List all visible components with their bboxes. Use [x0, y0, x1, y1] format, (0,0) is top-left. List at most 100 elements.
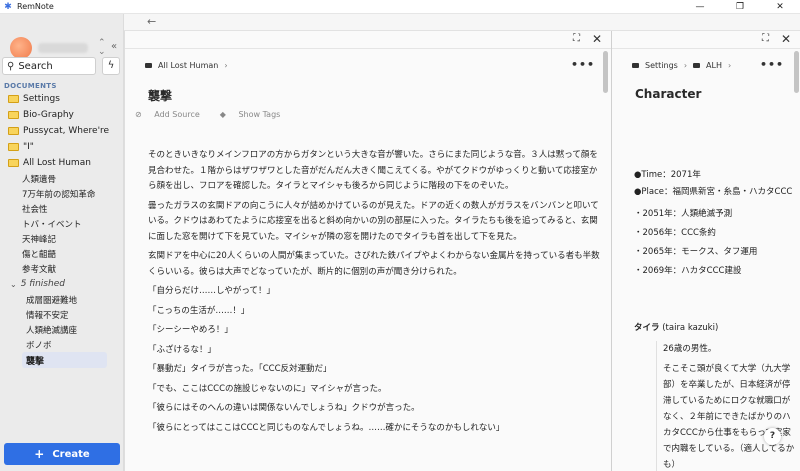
paragraph[interactable]: 「彼らにとってはここはCCCと同じものなんでしょうね。……確かにそうなのかもしれ… [148, 421, 603, 437]
main-document-pane: ⛶ ✕ All Lost Human › ••• 襲撃 ⊘ Add Source… [124, 31, 611, 471]
documents-header: DOCUMENTS [4, 82, 57, 90]
paragraph[interactable]: 「シーシーやめろ！」 [148, 323, 603, 339]
sidebar-item-label: "I" [23, 142, 34, 152]
sidebar-finished-item[interactable]: 情報不安定 [0, 307, 123, 322]
sidebar-item-bio-graphy[interactable]: Bio-Graphy [0, 107, 123, 123]
chevron-right-icon: › [683, 61, 688, 70]
sidebar: ⌃ ⌄ « ⚲ Search ϟ DOCUMENTS Settings Bio-G… [0, 14, 124, 471]
side-document-pane: ⛶ ✕ Settings › ALH › ••• Character ●Time… [611, 31, 800, 471]
close-pane-icon[interactable]: ✕ [781, 32, 791, 46]
document-body[interactable]: そのときいきなりメインフロアの方からガタンという大きな音が響いた。さらにまた同じ… [148, 148, 603, 440]
paragraph[interactable]: 「ふざけるな！」 [148, 343, 603, 359]
breadcrumb-item[interactable]: ALH [706, 61, 722, 70]
finished-label: 5 finished [20, 279, 65, 289]
pane-header: ⛶ ✕ [612, 31, 800, 49]
close-pane-icon[interactable]: ✕ [592, 32, 602, 46]
scrollbar[interactable] [603, 51, 608, 93]
sidebar-subitem[interactable]: 7万年前の認知革命 [0, 186, 123, 201]
character-name: タイラ [634, 323, 660, 333]
breadcrumb: Settings › ALH › [632, 61, 737, 70]
add-source-label: Add Source [154, 110, 200, 119]
paragraph[interactable]: 「暴動だ」タイラが言った。「CCC反対運動だ」 [148, 362, 603, 378]
collapse-sidebar-icon[interactable]: « [111, 41, 117, 52]
quick-action-button[interactable]: ϟ [102, 57, 120, 75]
paragraph[interactable]: 「彼らにはそのへんの違いは関係ないんでしょうね」クドウが言った。 [148, 401, 603, 417]
minimize-button[interactable]: — [680, 0, 720, 14]
sidebar-subitem[interactable]: 天神峰記 [0, 231, 123, 246]
remnote-logo-icon: ✱ [4, 1, 12, 12]
paragraph[interactable]: 「でも、ここはCCCの施設じゃないのに」マイシャが言った。 [148, 382, 603, 398]
sidebar-item-label: Pussycat, Where're [23, 126, 110, 136]
folder-icon [8, 127, 19, 135]
list-item[interactable]: ・2051年：人類絶滅予測 [634, 205, 794, 224]
show-tags-button[interactable]: ◆ Show Tags [220, 110, 291, 119]
paragraph[interactable]: そのときいきなりメインフロアの方からガタンという大きな音が響いた。さらにまた同じ… [148, 148, 603, 195]
sidebar-item-label: All Lost Human [23, 158, 91, 168]
profile-name-blurred [38, 43, 88, 53]
updown-chevron-icon[interactable]: ⌃ ⌄ [98, 39, 106, 57]
top-navigation-bar: ← [124, 14, 800, 31]
search-icon: ⚲ [7, 60, 15, 72]
paragraph[interactable]: 「こっちの生活が……！」 [148, 304, 603, 320]
close-window-button[interactable]: ✕ [760, 0, 800, 14]
paragraph[interactable]: 玄関ドアを中心に20人くらいの人間が集まっていた。さびれた鉄パイプやよくわからな… [148, 249, 603, 280]
folder-icon [8, 159, 19, 167]
sidebar-subitem[interactable]: 社会性 [0, 201, 123, 216]
more-options-button[interactable]: ••• [760, 58, 784, 71]
sidebar-subitem[interactable]: 人類遺骨 [0, 171, 123, 186]
sidebar-item-i[interactable]: "I" [0, 139, 123, 155]
character-heading[interactable]: タイラ (taira kazuki) [634, 321, 718, 333]
folder-icon [8, 143, 19, 151]
sidebar-item-settings[interactable]: Settings [0, 91, 123, 107]
sidebar-subitem[interactable]: 参考文献 [0, 261, 123, 276]
pane-header: ⛶ ✕ [125, 31, 611, 49]
list-item[interactable]: ・2065年：モークス、タフ運用 [634, 243, 794, 262]
add-source-button[interactable]: ⊘ Add Source [135, 110, 210, 119]
sidebar-finished-item[interactable]: ボノボ [0, 337, 123, 352]
back-arrow-icon[interactable]: ← [147, 15, 156, 28]
paragraph[interactable]: 「自分らだけ……しやがって！」 [148, 284, 603, 300]
sidebar-item-label: Bio-Graphy [23, 110, 74, 120]
sidebar-item-pussycat[interactable]: Pussycat, Where're [0, 123, 123, 139]
finished-toggle[interactable]: ⌄ 5 finished [0, 276, 123, 292]
character-details[interactable]: 26歳の男性。 そこそこ頭が良くて大学（九大学部）を卒業したが、日本経済が停滞し… [656, 341, 796, 471]
scrollbar[interactable] [794, 51, 799, 93]
sidebar-item-active[interactable]: 襲撃 [22, 352, 107, 368]
list-item[interactable]: ・2069年：ハカタCCC建設 [634, 262, 794, 281]
expand-icon[interactable]: ⛶ [573, 33, 580, 44]
search-label: Search [18, 60, 53, 72]
sidebar-finished-item[interactable]: 人類絶滅講座 [0, 322, 123, 337]
sidebar-finished-item[interactable]: 成層圏避難地 [0, 292, 123, 307]
list-item[interactable]: 26歳の男性。 [663, 341, 796, 357]
expand-icon[interactable]: ⛶ [762, 33, 769, 44]
document-list: Settings Bio-Graphy Pussycat, Where're "… [0, 91, 123, 368]
page-title[interactable]: 襲撃 [148, 87, 172, 104]
tag-icon: ◆ [219, 110, 229, 119]
breadcrumb-item[interactable]: All Lost Human [158, 61, 218, 70]
list-item[interactable]: ●Place：福岡県新宮・糸島・ハカタCCC [634, 185, 794, 199]
sidebar-subitem[interactable]: トバ・イベント [0, 216, 123, 231]
sidebar-item-all-lost-human[interactable]: All Lost Human [0, 155, 123, 171]
show-tags-label: Show Tags [238, 110, 281, 119]
sidebar-subitem[interactable]: 傷と齟齬 [0, 246, 123, 261]
breadcrumb-item[interactable]: Settings [645, 61, 678, 70]
chevron-right-icon: › [727, 61, 732, 70]
chevron-down-icon: ⌄ [10, 279, 17, 289]
create-label: Create [52, 448, 90, 460]
restore-button[interactable]: ❐ [720, 0, 760, 14]
avatar[interactable] [10, 37, 32, 59]
paragraph[interactable]: 曇ったガラスの玄関ドアの向こうに人々が詰めかけているのが見えた。ドアの近くの数人… [148, 199, 603, 246]
window-title: RemNote [17, 2, 54, 11]
help-button[interactable]: ? [764, 428, 781, 445]
bolt-icon: ϟ [107, 60, 115, 71]
page-title[interactable]: Character [635, 87, 701, 101]
list-item[interactable]: ●Time：2071年 [634, 166, 794, 185]
search-input[interactable]: ⚲ Search [2, 57, 96, 75]
folder-icon [693, 63, 701, 68]
list-item[interactable]: そこそこ頭が良くて大学（九大学部）を卒業したが、日本経済が停滞しているためにロク… [663, 361, 796, 471]
document-body[interactable]: ●Time：2071年 ●Place：福岡県新宮・糸島・ハカタCCC ・2051… [634, 166, 794, 281]
list-item[interactable]: ・2056年：CCC条約 [634, 224, 794, 243]
window-titlebar: ✱ RemNote — ❐ ✕ [0, 0, 800, 14]
more-options-button[interactable]: ••• [571, 58, 595, 71]
create-button[interactable]: + Create [4, 443, 120, 465]
